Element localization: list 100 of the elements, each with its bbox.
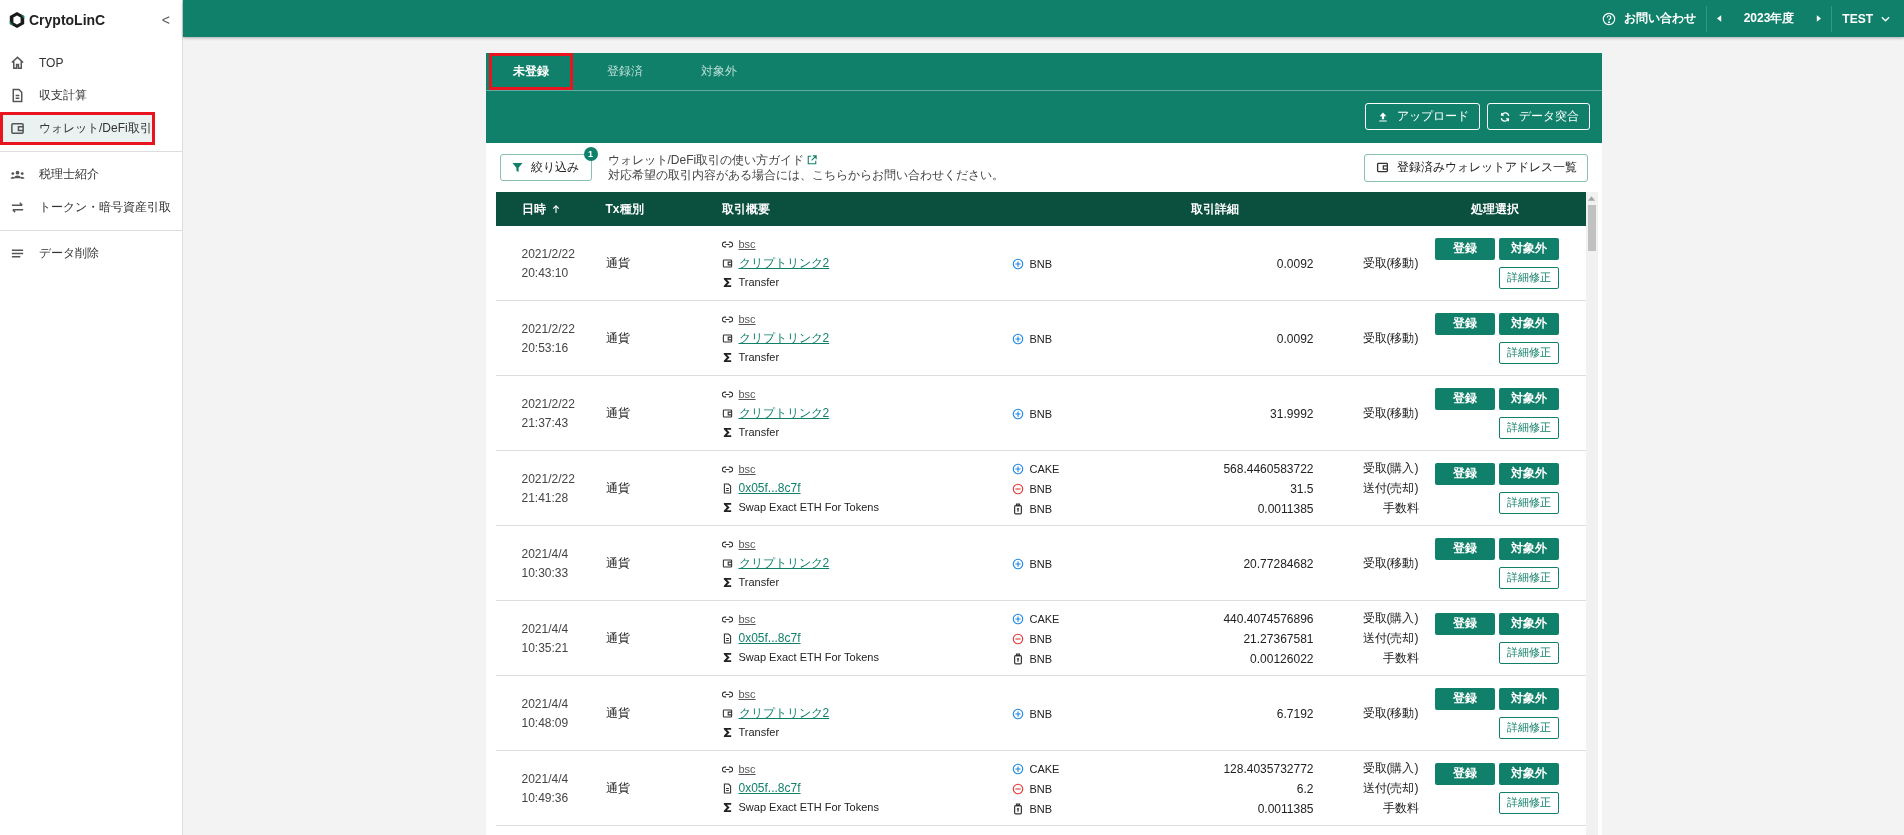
sidebar-item[interactable]: トークン・暗号資産引取 xyxy=(0,191,182,224)
contact-link[interactable]: お問い合わせ xyxy=(1623,10,1696,27)
clipboard-icon xyxy=(1011,502,1024,515)
register-button[interactable]: 登録 xyxy=(1435,312,1495,335)
collapse-button[interactable]: < xyxy=(159,12,172,28)
tx-type-cell-text: 通貨 xyxy=(605,704,631,722)
amount-cell-text: 6.2 xyxy=(1295,781,1314,796)
plus-circle-icon xyxy=(1011,462,1024,475)
amount-cell-text: 568.4460583722 xyxy=(1222,461,1314,476)
chain-link[interactable]: bsc xyxy=(738,388,756,400)
help-icon xyxy=(1601,11,1616,26)
wallet-link[interactable]: クリプトリンク2 xyxy=(738,554,830,572)
tab[interactable]: 対象外 xyxy=(676,53,761,90)
edit-details-button[interactable]: 詳細修正 xyxy=(1499,641,1559,664)
document-icon xyxy=(721,482,733,494)
token-name: BNB xyxy=(1029,632,1053,645)
address-list-button[interactable]: 登録済みウォレットアドレス一覧 xyxy=(1363,153,1588,182)
sync-button[interactable]: データ突合 xyxy=(1486,103,1590,130)
plus-circle-icon xyxy=(1011,707,1024,720)
register-button[interactable]: 登録 xyxy=(1435,237,1495,260)
chain-link[interactable]: bsc xyxy=(738,688,756,700)
sigma-icon xyxy=(721,351,733,363)
register-button[interactable]: 登録 xyxy=(1435,687,1495,710)
scrollbar-thumb[interactable] xyxy=(1587,205,1596,251)
edit-details-button[interactable]: 詳細修正 xyxy=(1499,566,1559,589)
chevron-down-icon xyxy=(1881,15,1890,22)
wallet-icon xyxy=(1375,161,1389,174)
guide-link[interactable]: ウォレット/DeFi取引の使い方ガイド xyxy=(607,153,805,167)
amount-cell-text: 440.4074576896 xyxy=(1222,611,1314,626)
column-header[interactable]: 日時 xyxy=(521,200,546,218)
sigma-icon xyxy=(721,576,733,588)
date-cell-text: 2021/2/22 xyxy=(521,471,576,486)
user-menu[interactable]: TEST xyxy=(1842,11,1873,26)
tab[interactable]: 未登録 xyxy=(488,53,573,90)
register-button[interactable]: 登録 xyxy=(1435,462,1495,485)
exclude-button[interactable]: 対象外 xyxy=(1499,387,1559,410)
register-button[interactable]: 登録 xyxy=(1435,537,1495,560)
upload-button[interactable]: アップロード xyxy=(1364,103,1480,130)
contact-note: 対応希望の取引内容がある場合には、こちらからお問い合わせください。 xyxy=(607,168,1005,182)
register-button[interactable]: 登録 xyxy=(1435,762,1495,785)
register-button[interactable]: 登録 xyxy=(1435,612,1495,635)
type-cell-text: 送付(売却) xyxy=(1361,630,1419,647)
wallet-link[interactable]: クリプトリンク2 xyxy=(738,704,830,722)
wallet-icon xyxy=(721,332,733,344)
chain-link[interactable]: bsc xyxy=(738,238,756,250)
type-cell-text: 受取(移動) xyxy=(1361,555,1419,572)
sidebar-item[interactable]: ウォレット/DeFi取引 xyxy=(0,112,155,145)
sidebar-item[interactable]: TOP xyxy=(0,46,182,79)
type-cell-text: 受取(移動) xyxy=(1361,255,1419,272)
edit-details-button[interactable]: 詳細修正 xyxy=(1499,266,1559,289)
clipboard-icon xyxy=(1011,652,1024,665)
edit-details-button[interactable]: 詳細修正 xyxy=(1499,416,1559,439)
chain-link[interactable]: bsc xyxy=(738,313,756,325)
scroll-up-icon xyxy=(1588,196,1595,201)
column-header: 取引詳細 xyxy=(1191,200,1239,218)
edit-details-button[interactable]: 詳細修正 xyxy=(1499,491,1559,514)
edit-details-button[interactable]: 詳細修正 xyxy=(1499,341,1559,364)
sidebar-item[interactable]: 収支計算 xyxy=(0,79,182,112)
exclude-button[interactable]: 対象外 xyxy=(1499,537,1559,560)
token-name: BNB xyxy=(1029,482,1053,495)
wallet-link[interactable]: クリプトリンク2 xyxy=(738,254,830,272)
edit-details-button[interactable]: 詳細修正 xyxy=(1499,716,1559,739)
sort-arrow-icon xyxy=(551,204,560,214)
upload-icon xyxy=(1376,110,1389,123)
chain-link[interactable]: bsc xyxy=(738,538,756,550)
minus-circle-icon xyxy=(1011,632,1024,645)
exclude-button[interactable]: 対象外 xyxy=(1499,462,1559,485)
edit-details-button[interactable]: 詳細修正 xyxy=(1499,791,1559,814)
amount-cell-text: 0.0011385 xyxy=(1256,501,1314,516)
document-icon xyxy=(721,782,733,794)
address-link[interactable]: 0x05f...8c7f xyxy=(738,781,801,795)
exclude-button[interactable]: 対象外 xyxy=(1499,312,1559,335)
amount-cell-text: 31.5 xyxy=(1289,481,1314,496)
sidebar-item[interactable]: 税理士紹介 xyxy=(0,158,182,191)
amount-cell-text: 21.27367581 xyxy=(1242,631,1314,646)
clipboard-icon xyxy=(1011,802,1024,815)
wallet-link[interactable]: クリプトリンク2 xyxy=(738,329,830,347)
exclude-button[interactable]: 対象外 xyxy=(1499,687,1559,710)
chain-link[interactable]: bsc xyxy=(738,613,756,625)
exclude-button[interactable]: 対象外 xyxy=(1499,762,1559,785)
wallet-icon xyxy=(721,257,733,269)
sidebar-item[interactable]: データ削除 xyxy=(0,237,182,270)
column-header: 取引概要 xyxy=(721,200,770,218)
exclude-button[interactable]: 対象外 xyxy=(1499,612,1559,635)
amount-cell-text: 20.77284682 xyxy=(1242,556,1314,571)
address-link[interactable]: 0x05f...8c7f xyxy=(738,631,801,645)
token-name: BNB xyxy=(1029,782,1053,795)
date-cell-text: 2021/2/22 xyxy=(521,246,576,261)
chain-link[interactable]: bsc xyxy=(738,463,756,475)
chain-link[interactable]: bsc xyxy=(738,763,756,775)
method-text: Transfer xyxy=(738,351,780,363)
plus-circle-icon xyxy=(1011,612,1024,625)
exclude-button[interactable]: 対象外 xyxy=(1499,237,1559,260)
tx-type-cell-text: 通貨 xyxy=(605,554,631,572)
scrollbar[interactable] xyxy=(1585,192,1598,835)
address-link[interactable]: 0x05f...8c7f xyxy=(738,481,801,495)
tab[interactable]: 登録済 xyxy=(582,53,667,90)
link-icon xyxy=(721,388,733,400)
wallet-link[interactable]: クリプトリンク2 xyxy=(738,404,830,422)
register-button[interactable]: 登録 xyxy=(1435,387,1495,410)
